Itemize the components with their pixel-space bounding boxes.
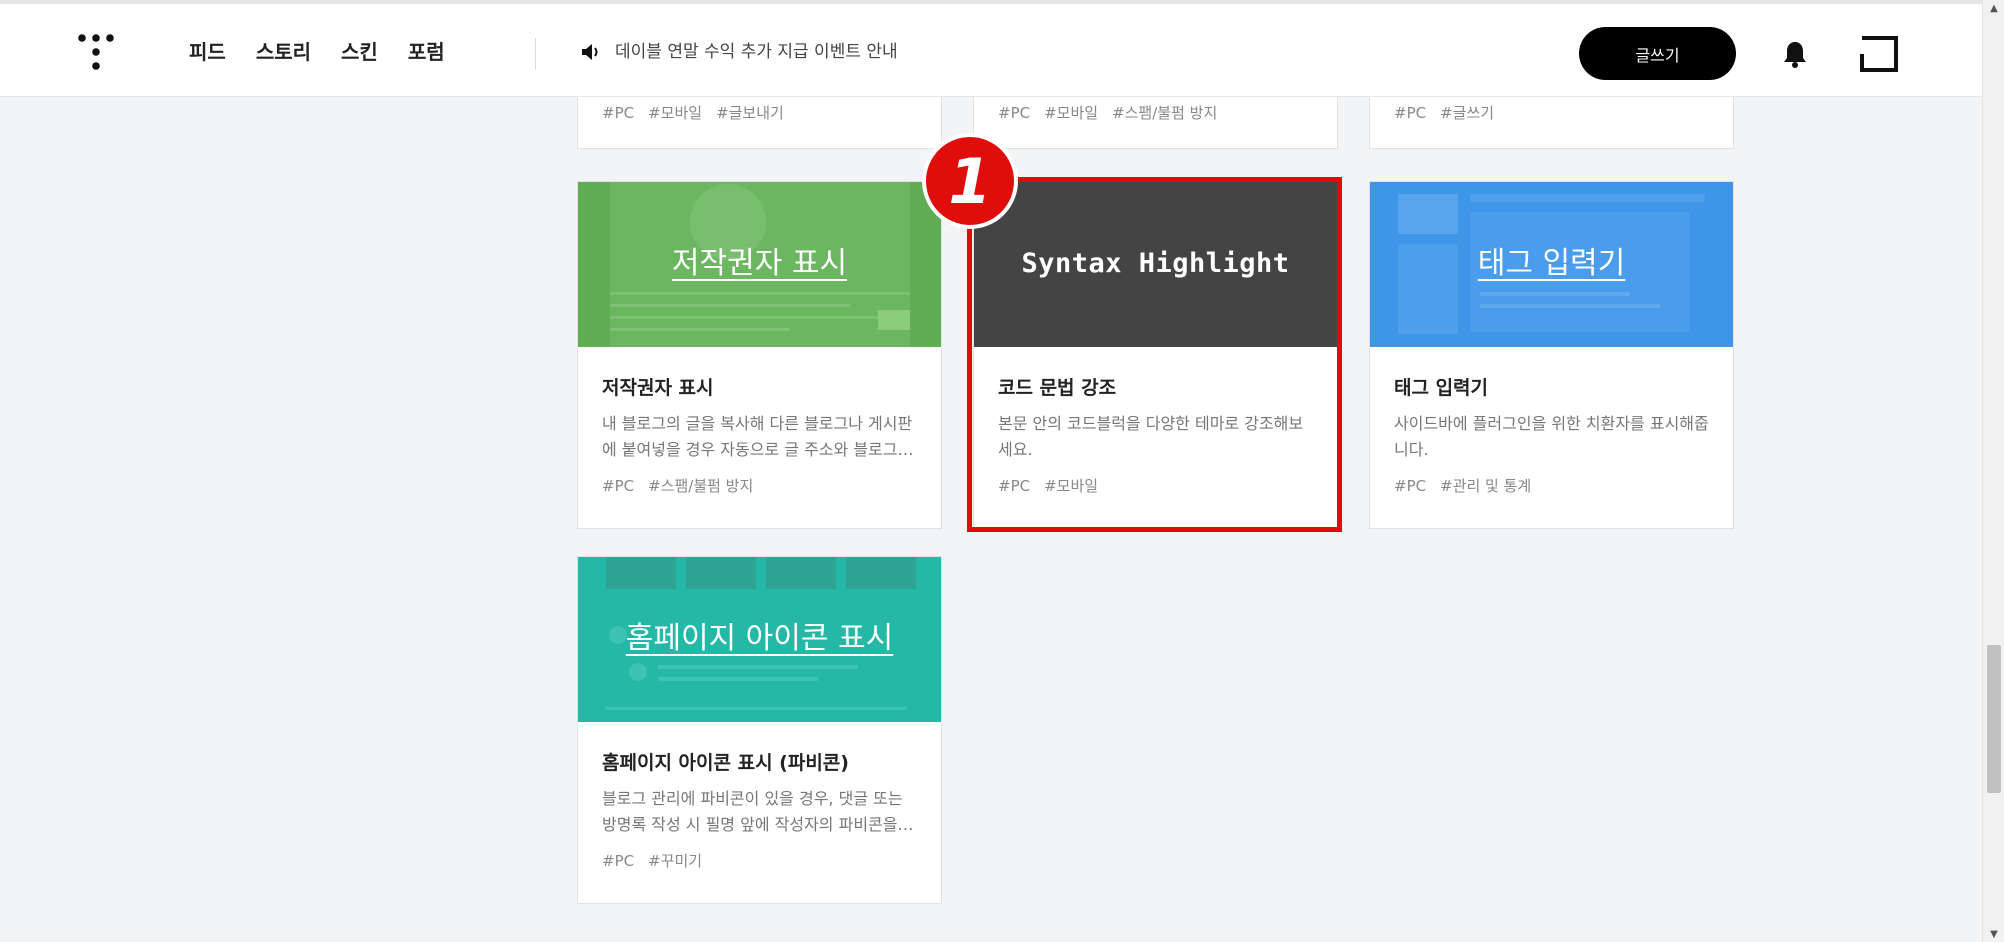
scrollbar-thumb[interactable] [1987, 645, 2001, 793]
tag[interactable]: #모바일 [1044, 475, 1098, 497]
card-title: 홈페이지 아이콘 표시 (파비콘) [602, 752, 849, 774]
nav-item-forum[interactable]: 포럼 [408, 38, 445, 66]
card-body: 저작권자 표시 내 블로그의 글을 복사해 다른 블로그나 게시판에 붙여넣을 … [578, 347, 941, 497]
card-description: 블로그 관리에 파비콘이 있을 경우, 댓글 또는 방명록 작성 시 필명 앞에… [602, 789, 914, 834]
card-title: 코드 문법 강조 [998, 377, 1117, 399]
card-thumbnail: Syntax Highlight [974, 182, 1337, 347]
card-tags: #PC #스팸/불펌 방지 [602, 475, 917, 497]
card-tags: #PC #꾸미기 [602, 850, 917, 872]
tag[interactable]: #관리 및 통계 [1440, 475, 1531, 497]
card-tags: #PC #모바일 [998, 475, 1313, 497]
card-description: 사이드바에 플러그인을 위한 치환자를 표시해줍니다. [1394, 414, 1709, 459]
card-body: 홈페이지 아이콘 표시 (파비콘) 블로그 관리에 파비콘이 있을 경우, 댓글… [578, 722, 941, 872]
page: #PC #모바일 #글보내기 #PC #모바일 #스팸/불펌 방지 #PC #글… [0, 0, 2004, 942]
plugin-card-favicon[interactable]: 홈페이지 아이콘 표시 홈페이지 아이콘 표시 (파비콘) 블로그 관리에 파비… [577, 556, 942, 904]
card-tags: #PC #모바일 #스팸/불펌 방지 [998, 102, 1217, 124]
tag[interactable]: #PC [1394, 102, 1426, 124]
tag[interactable]: #모바일 [1044, 102, 1098, 124]
nav-item-story[interactable]: 스토리 [256, 38, 311, 66]
card-description: 본문 안의 코드블럭을 다양한 테마로 강조해보세요. [998, 414, 1304, 459]
tistory-logo-icon[interactable] [78, 34, 114, 74]
plugin-card-copyright[interactable]: 저작권자 표시 저작권자 표시 내 블로그의 글을 복사해 다른 블로그나 게시… [577, 181, 942, 529]
vertical-scrollbar[interactable]: ▲ ▼ [1982, 0, 2004, 942]
nav-item-feed[interactable]: 피드 [189, 38, 226, 66]
tag[interactable]: #PC [1394, 475, 1426, 497]
card-tags: #PC #모바일 #글보내기 [602, 102, 784, 124]
thumbnail-title: 태그 입력기 [1477, 246, 1626, 281]
tag[interactable]: #스팸/불펌 방지 [1112, 102, 1217, 124]
tag[interactable]: #글쓰기 [1440, 102, 1494, 124]
tag[interactable]: #스팸/불펌 방지 [648, 475, 753, 497]
tag[interactable]: #PC [602, 475, 634, 497]
tag[interactable]: #PC [998, 102, 1030, 124]
thumbnail-title: 홈페이지 아이콘 표시 [625, 621, 894, 656]
scroll-up-arrow-icon[interactable]: ▲ [1983, 0, 2004, 16]
card-body: 코드 문법 강조 본문 안의 코드블럭을 다양한 테마로 강조해보세요. #PC… [974, 347, 1337, 497]
notice-banner[interactable]: 데이블 연말 수익 추가 지급 이벤트 안내 [581, 40, 898, 64]
main-nav: 피드 스토리 스킨 포럼 [189, 38, 475, 66]
user-menu-icon[interactable] [1860, 36, 1898, 72]
card-thumbnail: 태그 입력기 [1370, 182, 1733, 347]
thumbnail-title: Syntax Highlight [1021, 248, 1290, 279]
plugin-card-tag-input[interactable]: 태그 입력기 태그 입력기 사이드바에 플러그인을 위한 치환자를 표시해줍니다… [1369, 181, 1734, 529]
tag[interactable]: #모바일 [648, 102, 702, 124]
top-header: 피드 스토리 스킨 포럼 데이블 연말 수익 추가 지급 이벤트 안내 글쓰기 [0, 0, 1982, 97]
card-body: 태그 입력기 사이드바에 플러그인을 위한 치환자를 표시해줍니다. #PC #… [1370, 347, 1733, 497]
card-title: 태그 입력기 [1394, 377, 1489, 399]
card-tags: #PC #글쓰기 [1394, 102, 1494, 124]
card-tags: #PC #관리 및 통계 [1394, 475, 1709, 497]
notice-text: 데이블 연말 수익 추가 지급 이벤트 안내 [615, 42, 898, 62]
plugin-card-syntax-highlight[interactable]: Syntax Highlight 코드 문법 강조 본문 안의 코드블럭을 다양… [973, 181, 1338, 529]
tag[interactable]: #꾸미기 [648, 850, 702, 872]
nav-item-skin[interactable]: 스킨 [341, 38, 378, 66]
scroll-down-arrow-icon[interactable]: ▼ [1983, 926, 2004, 942]
tag[interactable]: #PC [602, 850, 634, 872]
bell-icon[interactable] [1783, 40, 1807, 68]
card-description: 내 블로그의 글을 복사해 다른 블로그나 게시판에 붙여넣을 경우 자동으로 … [602, 414, 914, 459]
tag[interactable]: #글보내기 [716, 102, 784, 124]
tag[interactable]: #PC [602, 102, 634, 124]
write-post-button[interactable]: 글쓰기 [1579, 27, 1736, 80]
card-thumbnail: 저작권자 표시 [578, 182, 941, 347]
annotation-number-badge: 1 [922, 133, 1018, 229]
thumbnail-title: 저작권자 표시 [671, 246, 848, 281]
speaker-icon [582, 44, 598, 60]
nav-divider [535, 38, 536, 70]
tag[interactable]: #PC [998, 475, 1030, 497]
card-thumbnail: 홈페이지 아이콘 표시 [578, 557, 941, 722]
card-title: 저작권자 표시 [602, 377, 714, 399]
